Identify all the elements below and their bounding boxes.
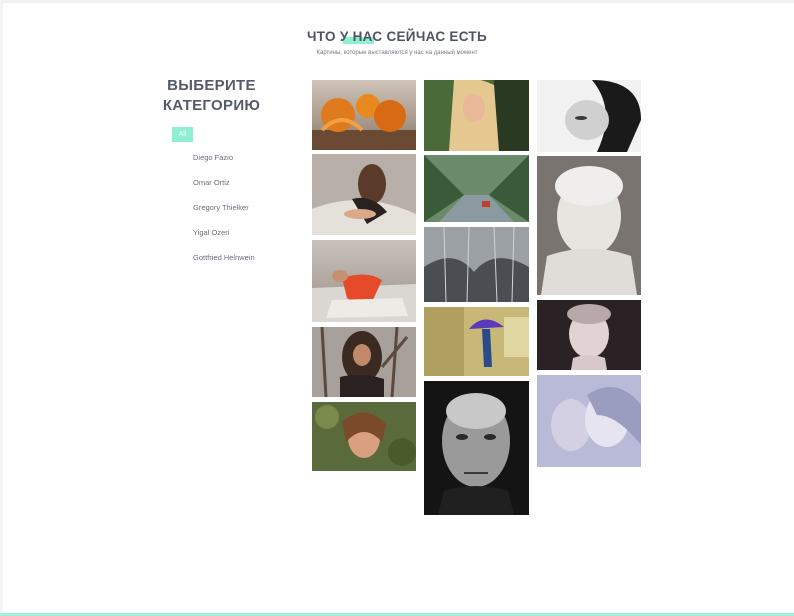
category-heading-line2: КАТЕГОРИЮ: [162, 97, 261, 114]
gallery-image-rainy-road[interactable]: [424, 155, 529, 222]
page-title: ЧТО У НАС СЕЙЧАС ЕСТЬ: [307, 29, 487, 44]
gallery-image-woman-leaves[interactable]: [312, 402, 416, 471]
gallery-image-oranges[interactable]: [312, 80, 416, 150]
gallery-image-woman-bed[interactable]: [312, 154, 416, 235]
page-subtitle: Картины, которые выставляются у нас на д…: [316, 50, 478, 56]
gallery-image-child-portrait[interactable]: [537, 300, 641, 370]
filter-omar-ortiz[interactable]: Omar Ortiz: [193, 178, 230, 187]
category-heading-line1: ВЫБЕРИТЕ: [167, 77, 256, 94]
gallery-image-old-man-portrait[interactable]: [424, 381, 529, 515]
gallery-image-blonde-woman[interactable]: [424, 80, 529, 151]
filter-yigal-ozeri[interactable]: Yigal Ozeri: [193, 228, 229, 237]
gallery-image-pale-girl[interactable]: [537, 156, 641, 295]
filter-gottfried-helnwein[interactable]: Gottfried Helnwein: [193, 253, 255, 262]
gallery-image-umbrella[interactable]: [424, 307, 529, 376]
gallery-image-bw-woman[interactable]: [537, 80, 641, 152]
filter-all-button[interactable]: All: [172, 127, 193, 142]
gallery-image-woman-forest[interactable]: [312, 327, 416, 397]
filter-diego-fazio[interactable]: Diego Fazio: [193, 153, 233, 162]
gallery-image-rain-glass[interactable]: [424, 227, 529, 302]
filter-gregory-thielker[interactable]: Gregory Thielker: [193, 203, 249, 212]
gallery-image-kissing-figures[interactable]: [537, 375, 641, 467]
gallery-image-woman-orange-dress[interactable]: [312, 240, 416, 322]
page-header: ЧТО У НАС СЕЙЧАС ЕСТЬ: [0, 28, 794, 46]
category-heading: ВЫБЕРИТЕ КАТЕГОРИЮ: [155, 76, 268, 116]
